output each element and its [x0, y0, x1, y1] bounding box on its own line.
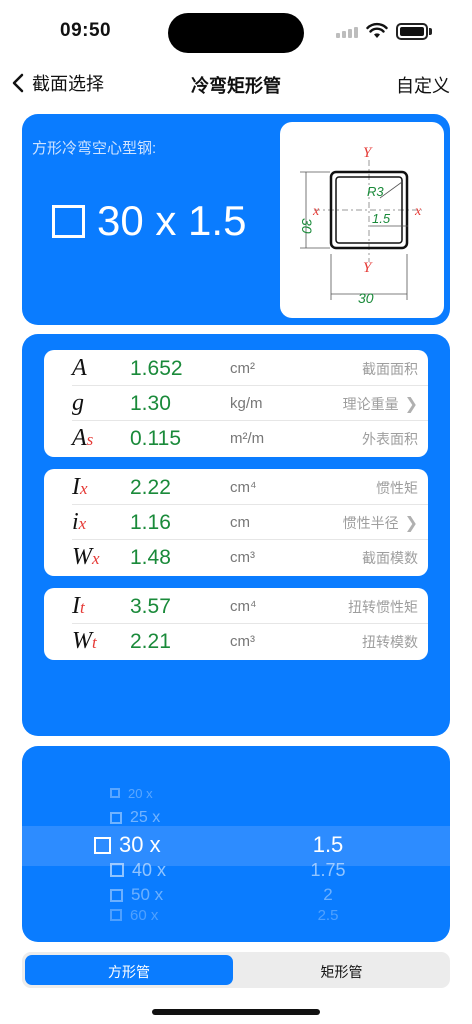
property-unit: cm³	[230, 633, 255, 650]
property-value: 2.21	[130, 629, 171, 653]
property-symbol: g	[72, 390, 84, 416]
picker-thickness-option[interactable]: 1.75	[0, 860, 472, 881]
property-row: Wt 2.21 cm³ 扭转模数	[44, 624, 428, 659]
width-label: 30	[358, 290, 374, 306]
property-row[interactable]: g 1.30 kg/m 理论重量 ❯	[44, 386, 428, 421]
property-value: 3.57	[130, 594, 171, 618]
section-size-text: 30 x 1.5	[97, 197, 247, 244]
property-unit: cm³	[230, 549, 255, 566]
dynamic-island	[168, 13, 304, 53]
property-desc: 扭转惯性矩	[348, 598, 418, 615]
segment-rect-tube[interactable]: 矩形管	[236, 962, 447, 982]
thickness-label: 1.5	[372, 211, 391, 226]
property-desc: 惯性矩	[376, 479, 418, 496]
square-section-icon	[110, 812, 122, 825]
picker-size-option[interactable]: 20 x	[110, 786, 153, 801]
property-group: A 1.652 cm² 截面面积 g 1.30 kg/m 理论重量 ❯ As 0.115 m²/m 外表…	[44, 350, 428, 457]
status-time: 09:50	[60, 20, 112, 41]
picker-thickness-option[interactable]: 2	[0, 885, 472, 905]
property-row[interactable]: ix 1.16 cm 惯性半径 ❯	[44, 505, 428, 540]
section-type-label: 方形冷弯空心型钢:	[32, 140, 157, 157]
property-unit: m²/m	[230, 430, 265, 447]
property-symbol: Wt	[72, 628, 97, 654]
height-label: 30	[299, 218, 315, 234]
property-desc: 扭转模数	[362, 633, 418, 650]
property-row: It 3.57 cm⁴ 扭转惯性矩	[44, 589, 428, 624]
property-value: 1.16	[130, 510, 171, 534]
property-desc: 截面面积	[362, 360, 418, 377]
battery-icon	[396, 23, 428, 40]
property-desc: 理论重量 ❯	[342, 395, 418, 413]
property-symbol: As	[72, 425, 94, 451]
property-desc: 惯性半径 ❯	[342, 514, 418, 532]
property-symbol: A	[72, 355, 87, 381]
property-symbol: Ix	[72, 474, 88, 500]
chevron-right-icon: ❯	[404, 514, 418, 532]
radius-label: R3	[367, 184, 384, 199]
wifi-icon	[366, 22, 388, 38]
chevron-right-icon: ❯	[404, 395, 418, 413]
property-value: 2.22	[130, 475, 171, 499]
property-symbol: ix	[72, 509, 87, 535]
property-value: 1.652	[130, 356, 183, 380]
property-desc: 外表面积	[362, 430, 418, 447]
picker-thickness-option[interactable]: 2.5	[0, 907, 472, 924]
property-unit: cm⁴	[230, 598, 257, 615]
square-section-icon	[110, 788, 120, 799]
axis-x-right: x	[414, 204, 422, 219]
axis-x-left: x	[312, 204, 320, 219]
property-symbol: Wx	[72, 544, 100, 570]
axis-y-bottom: Y	[363, 260, 373, 276]
picker-thickness-option[interactable]: 1.5	[0, 832, 472, 858]
property-value: 0.115	[130, 426, 181, 450]
property-row: A 1.652 cm² 截面面积	[44, 351, 428, 386]
property-group: Ix 2.22 cm⁴ 惯性矩 ix 1.16 cm 惯性半径 ❯ Wx 1.48 cm³ 截面模数	[44, 469, 428, 576]
property-row: As 0.115 m²/m 外表面积	[44, 421, 428, 456]
section-diagram: Y Y x x R3 1.5 30 30	[280, 122, 444, 318]
square-section-icon	[52, 204, 85, 238]
signal-icon	[336, 27, 358, 38]
property-group: It 3.57 cm⁴ 扭转惯性矩 Wt 2.21 cm³ 扭转模数	[44, 588, 428, 660]
property-row: Wx 1.48 cm³ 截面模数	[44, 540, 428, 575]
property-unit: cm⁴	[230, 479, 257, 496]
custom-button[interactable]: 自定义	[396, 72, 450, 98]
section-size: 30 x 1.5	[52, 197, 246, 245]
property-unit: cm²	[230, 360, 255, 377]
picker-size-option[interactable]: 25 x	[110, 809, 160, 827]
axis-y-top: Y	[363, 145, 373, 161]
property-unit: cm	[230, 514, 250, 531]
home-indicator	[152, 1009, 320, 1015]
property-symbol: It	[72, 593, 85, 619]
property-value: 1.30	[130, 391, 171, 415]
segment-square-tube[interactable]: 方形管	[25, 962, 233, 982]
property-row: Ix 2.22 cm⁴ 惯性矩	[44, 470, 428, 505]
property-desc: 截面模数	[362, 549, 418, 566]
battery-tip	[429, 28, 432, 35]
property-unit: kg/m	[230, 395, 263, 412]
property-value: 1.48	[130, 545, 171, 569]
